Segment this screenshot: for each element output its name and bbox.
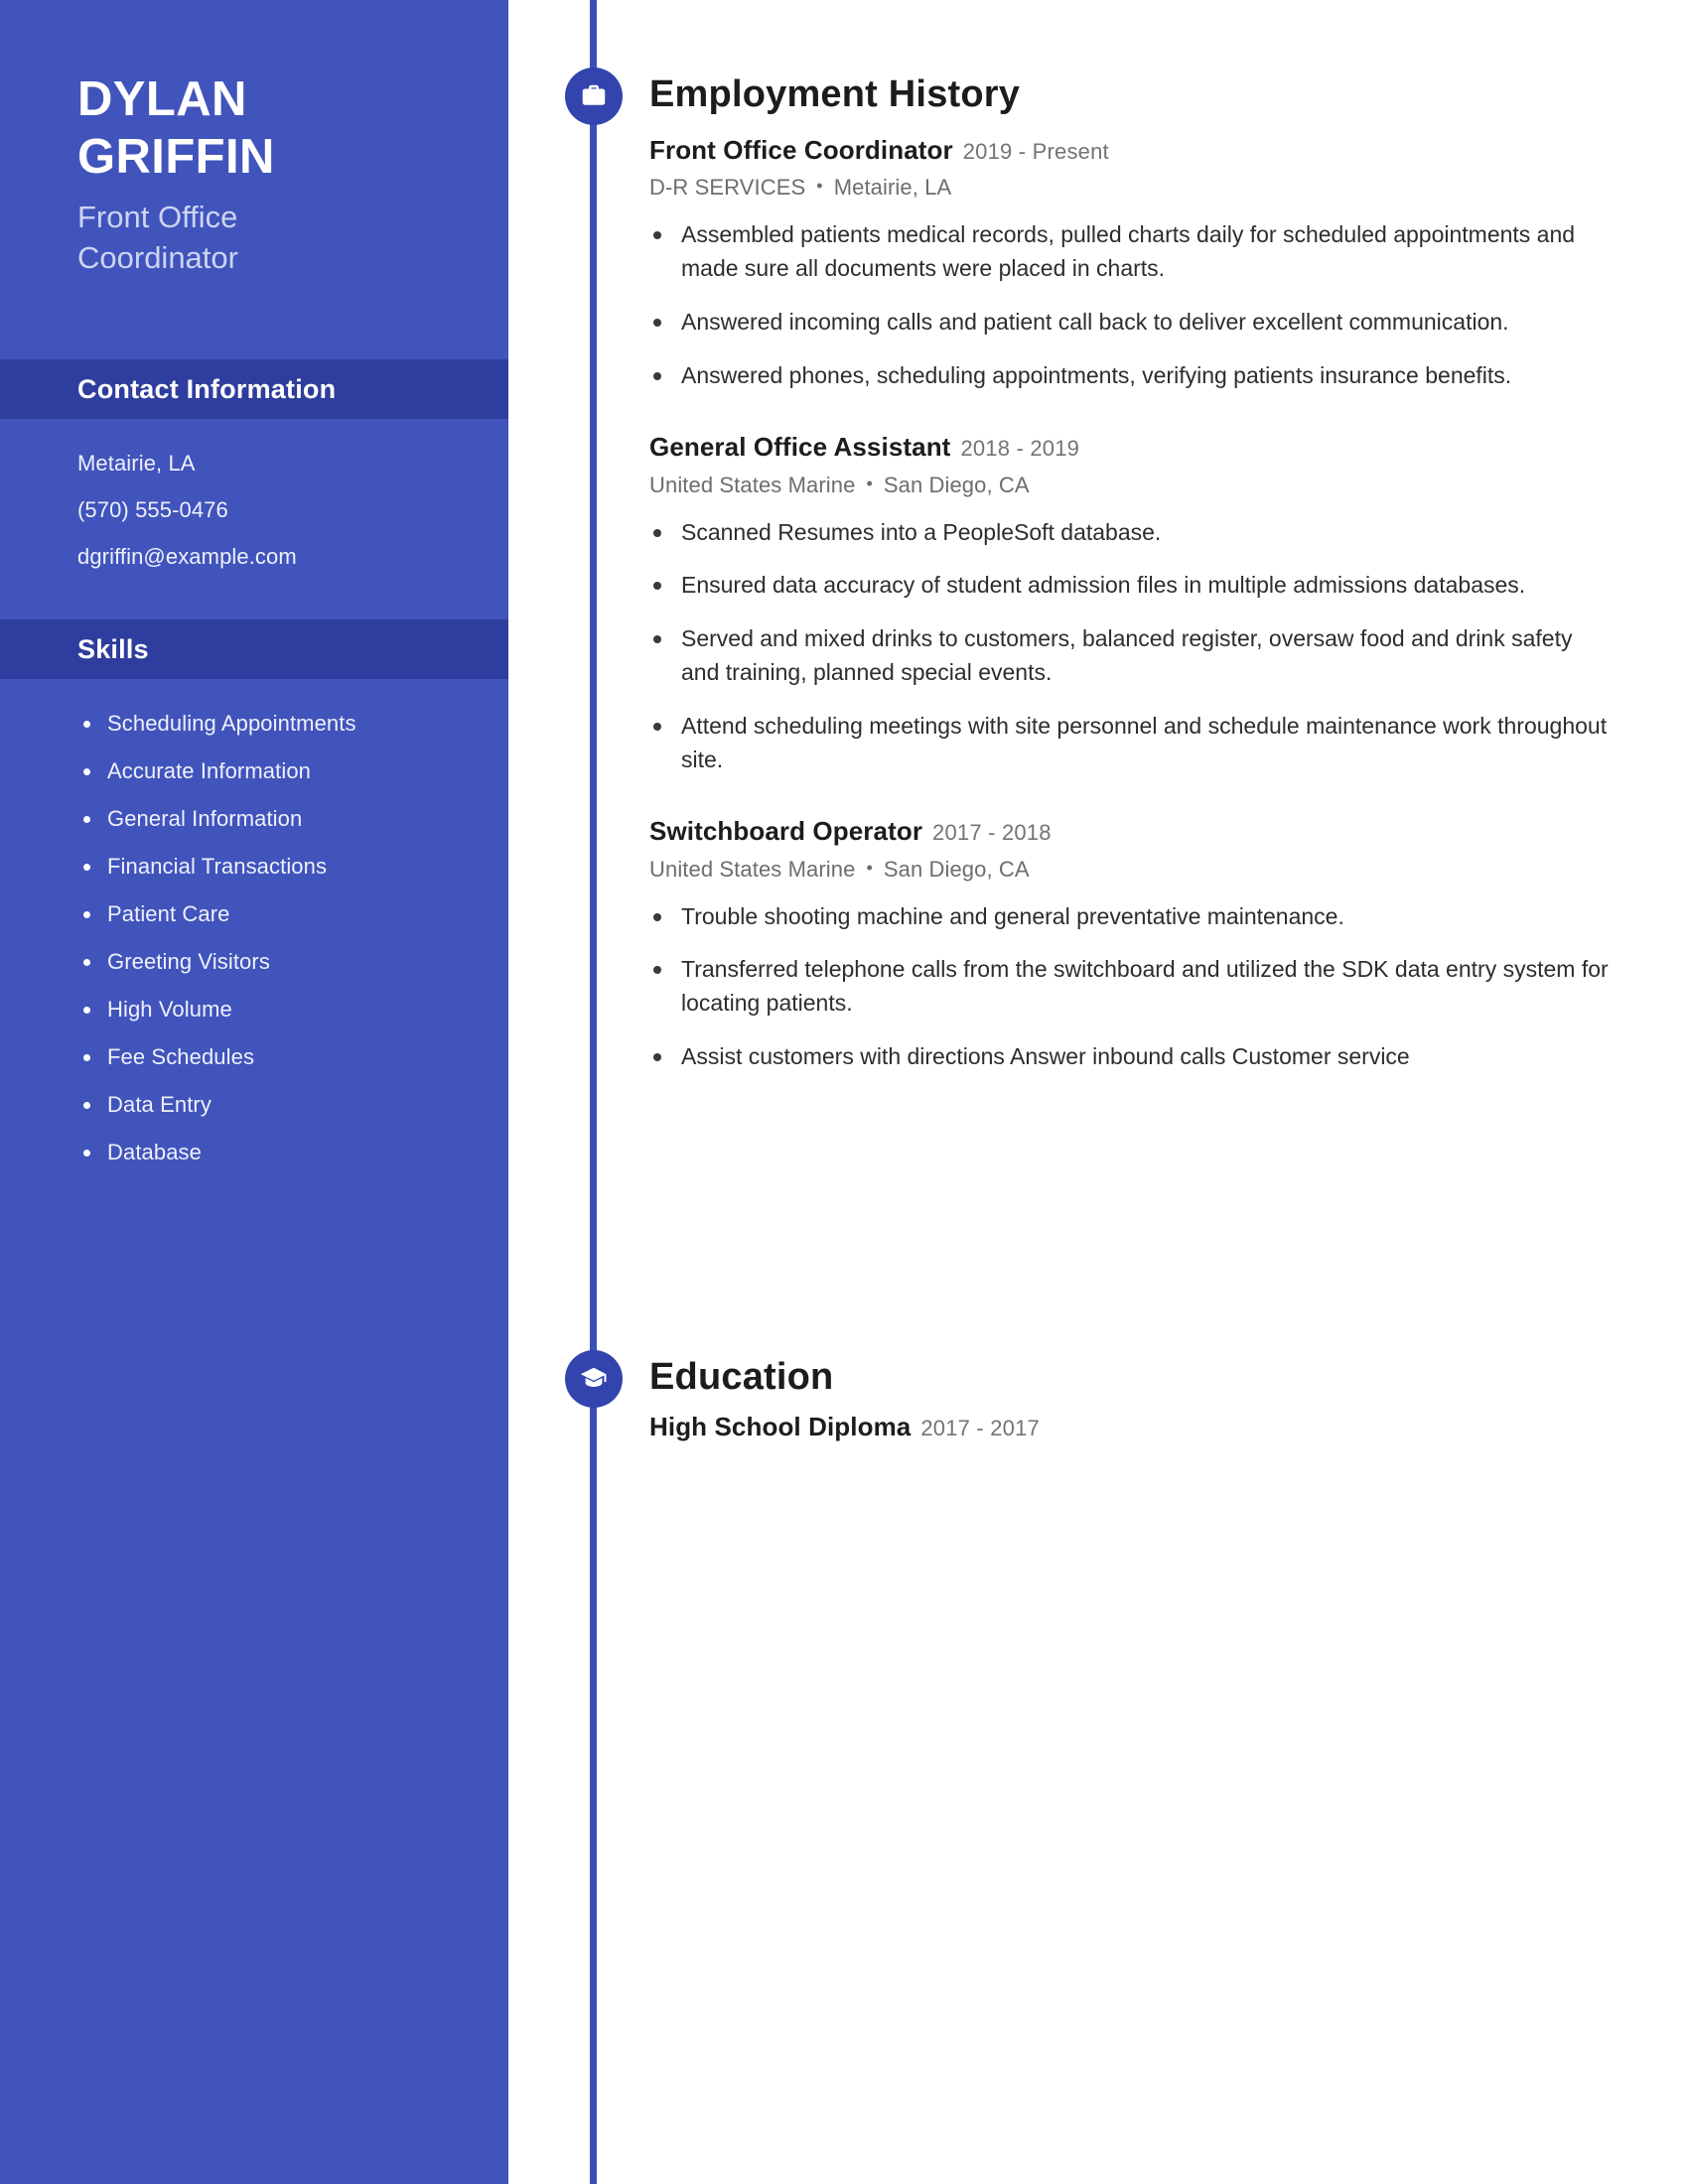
entry-bullets: Assembled patients medical records, pull… — [649, 218, 1614, 392]
list-item: Financial Transactions — [77, 856, 508, 878]
education-entry: High School Diploma 2017 - 2017 — [649, 1412, 1614, 1442]
list-item: Assembled patients medical records, pull… — [649, 218, 1614, 286]
identity-block: DYLAN GRIFFIN Front Office Coordinator — [0, 0, 508, 276]
entry-location: Metairie, LA — [833, 175, 952, 201]
entry-company: D-R SERVICES — [649, 175, 806, 201]
bullet-separator-icon: • — [866, 857, 873, 878]
employment-history-section: Employment History Front Office Coordina… — [508, 68, 1688, 1094]
entry-location: San Diego, CA — [883, 472, 1030, 497]
education-degree: High School Diploma — [649, 1412, 912, 1441]
skills-heading: Skills — [77, 633, 149, 664]
list-item: Data Entry — [77, 1094, 508, 1116]
list-item: Trouble shooting machine and general pre… — [649, 900, 1614, 934]
entry-meta: D-R SERVICES • Metairie, LA — [649, 175, 1614, 201]
entry-heading: General Office Assistant 2018 - 2019 — [649, 432, 1614, 463]
bullet-separator-icon: • — [866, 473, 873, 493]
list-item: Accurate Information — [77, 760, 508, 782]
job-title-line-1: Front Office — [77, 199, 238, 234]
entry-location: San Diego, CA — [883, 856, 1030, 882]
job-title: Front Office Coordinator — [77, 199, 508, 276]
contact-information-header: Contact Information — [0, 359, 508, 419]
entry-heading: Front Office Coordinator 2019 - Present — [649, 135, 1614, 166]
last-name: GRIFFIN — [77, 129, 275, 184]
employment-body: Employment History Front Office Coordina… — [649, 75, 1688, 1074]
entry-heading: Switchboard Operator 2017 - 2018 — [649, 816, 1614, 847]
skills-header: Skills — [0, 619, 508, 679]
list-item: Answered incoming calls and patient call… — [649, 306, 1614, 340]
list-item: Scanned Resumes into a PeopleSoft databa… — [649, 516, 1614, 550]
entry-role: General Office Assistant — [649, 432, 951, 463]
contact-email: dgriffin@example.com — [77, 544, 297, 569]
contact-information-heading: Contact Information — [77, 373, 337, 404]
contact-phone: (570) 555-0476 — [77, 497, 228, 522]
entry-role: Front Office Coordinator — [649, 135, 953, 165]
list-item: Served and mixed drinks to customers, ba… — [649, 622, 1614, 690]
education-body: Education High School Diploma 2017 - 2017 — [649, 1358, 1688, 1442]
list-item: General Information — [77, 808, 508, 830]
entry-bullets: Scanned Resumes into a PeopleSoft databa… — [649, 516, 1614, 777]
entry-role: Switchboard Operator — [649, 816, 923, 847]
education-dates: 2017 - 2017 — [920, 1416, 1040, 1440]
sidebar: DYLAN GRIFFIN Front Office Coordinator C… — [0, 0, 508, 2184]
main-content: Employment History Front Office Coordina… — [508, 0, 1688, 2184]
list-item: Answered phones, scheduling appointments… — [649, 359, 1614, 393]
page-title: Education — [649, 1356, 834, 1398]
employment-entry: Front Office Coordinator 2019 - Present D… — [649, 135, 1614, 392]
entry-bullets: Trouble shooting machine and general pre… — [649, 900, 1614, 1074]
list-item: Database — [77, 1142, 508, 1163]
list-item: Scheduling Appointments — [77, 713, 508, 735]
entry-dates: 2019 - Present — [962, 139, 1109, 164]
entry-dates: 2018 - 2019 — [960, 436, 1080, 462]
list-item: Greeting Visitors — [77, 951, 508, 973]
contact-location: Metairie, LA — [77, 451, 196, 476]
entry-company: United States Marine — [649, 856, 856, 882]
list-item: Transferred telephone calls from the swi… — [649, 953, 1614, 1021]
job-title-line-2: Coordinator — [77, 239, 238, 275]
employment-entry: General Office Assistant 2018 - 2019 Unit… — [649, 432, 1614, 776]
education-section: Education High School Diploma 2017 - 2017 — [508, 1350, 1688, 1442]
page-title: Employment History — [649, 73, 1021, 115]
entry-meta: United States Marine • San Diego, CA — [649, 857, 1614, 883]
list-item: Patient Care — [77, 903, 508, 925]
employment-entry: Switchboard Operator 2017 - 2018 United S… — [649, 816, 1614, 1073]
list-item: Attend scheduling meetings with site per… — [649, 710, 1614, 777]
resume-page: DYLAN GRIFFIN Front Office Coordinator C… — [0, 0, 1688, 2184]
entry-company: United States Marine — [649, 472, 856, 497]
first-name: DYLAN — [77, 72, 247, 126]
briefcase-icon — [565, 68, 623, 125]
graduation-cap-icon — [565, 1350, 623, 1408]
skills-list: Scheduling Appointments Accurate Informa… — [0, 679, 508, 1163]
contact-list: Metairie, LA (570) 555-0476 dgriffin@exa… — [0, 419, 508, 568]
list-item: Fee Schedules — [77, 1046, 508, 1068]
bullet-separator-icon: • — [816, 176, 823, 197]
entry-dates: 2017 - 2018 — [932, 820, 1052, 846]
list-item: High Volume — [77, 999, 508, 1021]
entry-meta: United States Marine • San Diego, CA — [649, 473, 1614, 498]
list-item: Assist customers with directions Answer … — [649, 1040, 1614, 1074]
list-item: Ensured data accuracy of student admissi… — [649, 569, 1614, 603]
